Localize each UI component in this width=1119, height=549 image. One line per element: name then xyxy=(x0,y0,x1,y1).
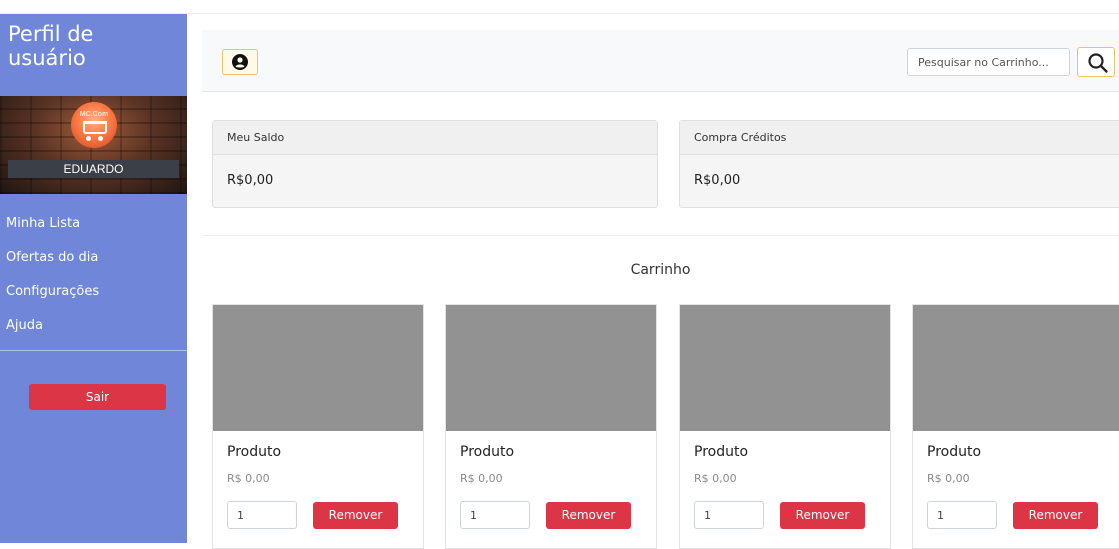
top-bar xyxy=(202,30,1119,92)
product-card: Produto R$ 0,00 Remover xyxy=(212,304,424,549)
cart-logo-icon xyxy=(83,121,107,134)
remove-button[interactable]: Remover xyxy=(546,502,631,529)
user-name: EDUARDO xyxy=(8,160,179,178)
product-image xyxy=(680,305,890,431)
search-icon xyxy=(1088,53,1108,73)
section-divider xyxy=(202,235,1119,236)
sidebar-item-ofertas[interactable]: Ofertas do dia xyxy=(0,248,187,282)
product-image xyxy=(913,305,1119,431)
user-menu-button[interactable] xyxy=(222,49,258,75)
sidebar-nav: Minha Lista Ofertas do dia Configurações… xyxy=(0,214,187,350)
shop-logo: MC.Com xyxy=(71,102,117,148)
product-image xyxy=(446,305,656,431)
remove-button[interactable]: Remover xyxy=(780,502,865,529)
product-price: R$ 0,00 xyxy=(460,472,503,485)
sidebar-title: Perfil de usuário xyxy=(8,22,94,70)
search-button[interactable] xyxy=(1077,47,1115,77)
remove-button[interactable]: Remover xyxy=(1013,502,1098,529)
product-name: Produto xyxy=(227,444,282,460)
search-input[interactable] xyxy=(907,48,1070,76)
credits-label: Compra Créditos xyxy=(680,121,1119,155)
quantity-input[interactable] xyxy=(927,501,997,529)
product-name: Produto xyxy=(460,444,515,460)
logo-text: MC.Com xyxy=(79,111,109,118)
quantity-input[interactable] xyxy=(227,501,297,529)
sidebar-item-ajuda[interactable]: Ajuda xyxy=(0,316,187,350)
product-price: R$ 0,00 xyxy=(927,472,970,485)
product-image xyxy=(213,305,423,431)
cart-title: Carrinho xyxy=(630,262,691,278)
logout-button[interactable]: Sair xyxy=(29,384,166,410)
product-name: Produto xyxy=(927,444,982,460)
sidebar-item-configuracoes[interactable]: Configurações xyxy=(0,282,187,316)
balance-value: R$0,00 xyxy=(227,173,274,188)
remove-button[interactable]: Remover xyxy=(313,502,398,529)
user-circle-icon xyxy=(232,54,248,70)
quantity-input[interactable] xyxy=(460,501,530,529)
quantity-input[interactable] xyxy=(694,501,764,529)
product-card: Produto R$ 0,00 Remover xyxy=(445,304,657,549)
balance-card: Meu Saldo R$0,00 xyxy=(212,120,658,208)
product-card: Produto R$ 0,00 Remover xyxy=(679,304,891,549)
product-price: R$ 0,00 xyxy=(694,472,737,485)
product-price: R$ 0,00 xyxy=(227,472,270,485)
product-name: Produto xyxy=(694,444,749,460)
top-strip xyxy=(0,0,1119,14)
sidebar-divider xyxy=(0,350,187,351)
sidebar: Perfil de usuário MC.Com EDUARDO Minha L… xyxy=(0,14,187,543)
credits-value: R$0,00 xyxy=(694,173,741,188)
sidebar-item-minha-lista[interactable]: Minha Lista xyxy=(0,214,187,248)
product-card: Produto R$ 0,00 Remover xyxy=(912,304,1119,549)
balance-label: Meu Saldo xyxy=(213,121,657,155)
profile-banner: MC.Com EDUARDO xyxy=(0,96,187,194)
cart-wheel-icon xyxy=(86,136,91,141)
credits-card: Compra Créditos R$0,00 xyxy=(679,120,1119,208)
cart-wheel-icon xyxy=(98,136,103,141)
